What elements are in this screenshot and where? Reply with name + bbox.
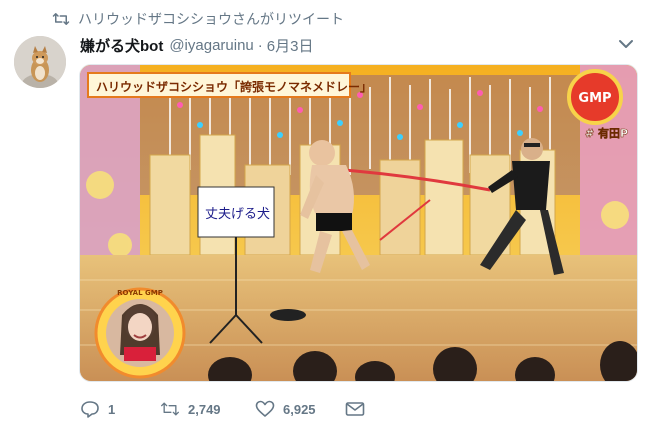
envelope-icon bbox=[345, 402, 365, 416]
like-button[interactable]: 6,925 bbox=[255, 400, 345, 418]
wipe-inset: ROYAL GMP bbox=[94, 287, 186, 379]
whiteboard-text: 丈夫げる犬 bbox=[205, 207, 270, 222]
retweet-context[interactable]: ハリウッドザコシショウさんがリツイート bbox=[52, 9, 344, 29]
show-logo-text: GMP bbox=[578, 91, 611, 106]
user-handle[interactable]: @iyagaruinu bbox=[169, 37, 253, 54]
tweet-header: 嫌がる犬bot @iyagaruinu · 6月3日 bbox=[80, 34, 313, 56]
retweet-count: 2,749 bbox=[188, 401, 221, 417]
retweet-icon bbox=[161, 402, 179, 416]
reply-button[interactable]: 1 bbox=[80, 400, 160, 418]
tweet-media-image[interactable]: ハリウッドザコシショウ「誇張モノマネメドレー」 GMP # 有田P 丈夫げる犬 bbox=[79, 64, 638, 382]
retweet-button[interactable]: 2,749 bbox=[160, 400, 255, 418]
hashtag-text: # 有田P bbox=[585, 126, 628, 140]
display-name[interactable]: 嫌がる犬bot bbox=[80, 35, 163, 56]
show-logo: GMP bbox=[567, 69, 623, 125]
direct-message-button[interactable] bbox=[345, 400, 365, 418]
chevron-down-icon[interactable] bbox=[618, 38, 634, 50]
reply-count: 1 bbox=[108, 401, 116, 417]
reply-icon bbox=[81, 401, 99, 418]
inset-ring-text: ROYAL GMP bbox=[117, 289, 163, 297]
tweet-actions: 1 2,749 6,925 bbox=[80, 398, 365, 420]
retweet-icon bbox=[52, 13, 70, 25]
retweet-context-text: ハリウッドザコシショウさんがリツイート bbox=[78, 11, 344, 27]
caption-text: ハリウッドザコシショウ「誇張モノマネメドレー」 bbox=[96, 79, 372, 94]
separator-dot: · bbox=[257, 36, 263, 54]
dog-avatar-image bbox=[14, 36, 66, 88]
avatar[interactable] bbox=[14, 36, 66, 88]
heart-icon bbox=[255, 400, 275, 417]
tv-screenshot: ハリウッドザコシショウ「誇張モノマネメドレー」 GMP # 有田P 丈夫げる犬 bbox=[80, 65, 637, 381]
tweet-date[interactable]: 6月3日 bbox=[267, 35, 314, 56]
like-count: 6,925 bbox=[283, 401, 316, 417]
